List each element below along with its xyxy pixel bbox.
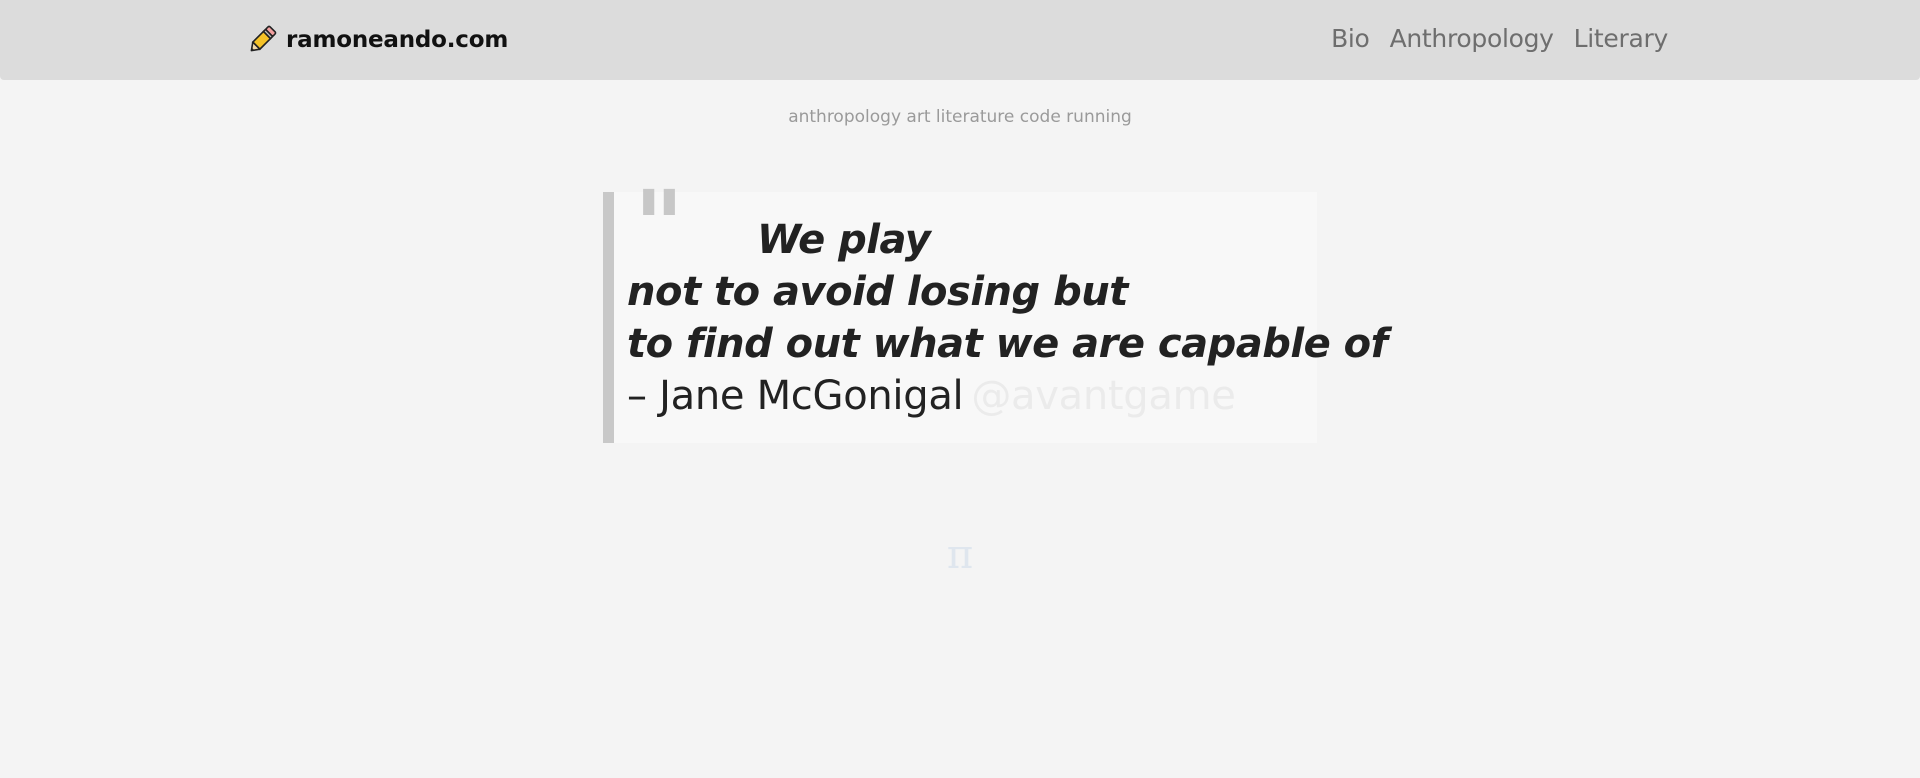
featured-quote: " We play not to avoid losing but to fin… <box>603 178 1388 443</box>
main-nav: Bio Anthropology Literary <box>1331 24 1668 53</box>
author-handle-link[interactable]: @avantgame <box>971 373 1236 419</box>
quote-text: We play not to avoid losing but to find … <box>627 214 1388 422</box>
quote-line: to find out what we are capable of <box>627 321 1388 367</box>
brand-name: ramoneando.com <box>286 27 509 53</box>
nav-link-literary[interactable]: Literary <box>1574 24 1669 53</box>
pi-icon[interactable]: π <box>0 532 1920 578</box>
brand-link[interactable]: ramoneando.com <box>246 24 508 56</box>
quote-author: – Jane McGonigal <box>627 373 964 419</box>
nav-link-anthropology[interactable]: Anthropology <box>1390 24 1554 53</box>
nav-link-bio[interactable]: Bio <box>1331 24 1370 53</box>
quote-line: not to avoid losing but <box>627 269 1128 315</box>
navbar: ramoneando.com Bio Anthropology Literary <box>0 0 1920 80</box>
site-tagline: anthropology art literature code running <box>788 107 1132 127</box>
quote-line: We play <box>757 217 931 263</box>
pencil-icon <box>246 24 278 56</box>
quote-attribution: – Jane McGonigal @avantgame <box>627 370 1388 422</box>
